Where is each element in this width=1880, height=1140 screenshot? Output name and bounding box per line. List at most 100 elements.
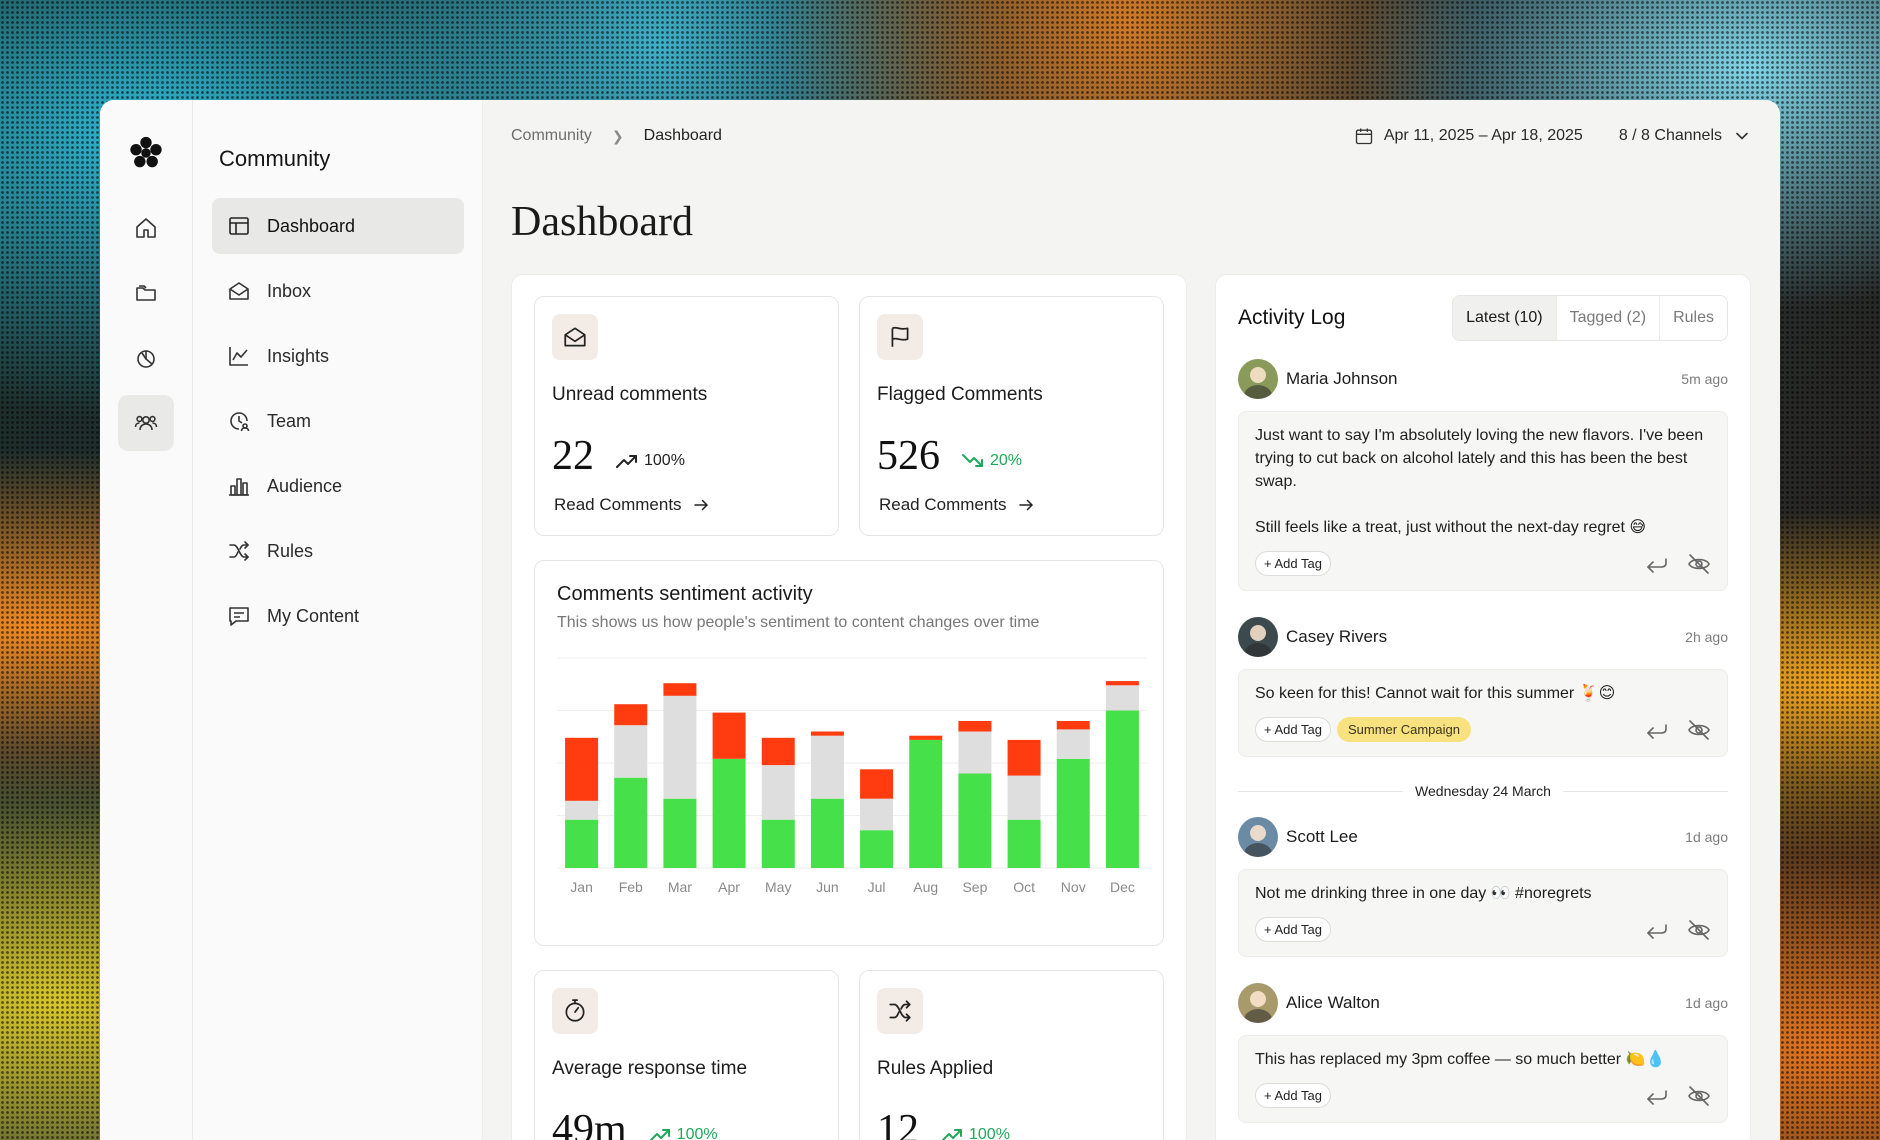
nav-item-rules[interactable]: Rules [212, 523, 464, 579]
bar-segment-may-2[interactable] [761, 737, 795, 766]
reply-icon[interactable] [1645, 919, 1669, 941]
bar-segment-sep-1[interactable] [958, 731, 992, 774]
bar-segment-jul-0[interactable] [860, 830, 894, 868]
hide-eye-icon[interactable] [1687, 553, 1711, 575]
add-tag-button[interactable]: + Add Tag [1255, 917, 1331, 942]
bar-segment-jun-1[interactable] [810, 735, 844, 799]
bar-segment-jun-2[interactable] [810, 731, 844, 736]
comment-bubble: Just want to say I'm absolutely loving t… [1238, 411, 1728, 591]
breadcrumb-dashboard: Dashboard [643, 127, 722, 144]
bar-segment-dec-2[interactable] [1105, 681, 1139, 686]
x-tick-label: Mar [668, 879, 692, 895]
bar-segment-nov-1[interactable] [1056, 729, 1090, 759]
bar-segment-jul-2[interactable] [860, 769, 894, 799]
bar-segment-jan-2[interactable] [565, 737, 599, 801]
date-separator: Wednesday 24 March [1238, 783, 1728, 799]
reply-icon[interactable] [1645, 1085, 1669, 1107]
rail-folders-button[interactable] [118, 265, 174, 321]
bar-segment-jul-1[interactable] [860, 798, 894, 831]
read-comments-link[interactable]: Read Comments [879, 495, 1035, 515]
x-tick-label: Dec [1110, 879, 1135, 895]
tag-badge[interactable]: Summer Campaign [1336, 717, 1471, 742]
trend-value: 100% [644, 452, 685, 469]
reply-icon[interactable] [1645, 553, 1669, 575]
channels-label: 8 / 8 Channels [1618, 127, 1722, 144]
bar-segment-dec-1[interactable] [1105, 685, 1139, 711]
bar-segment-nov-2[interactable] [1056, 721, 1090, 730]
trend-down-icon [962, 454, 983, 467]
home-icon [136, 218, 156, 238]
bar-segment-nov-0[interactable] [1056, 758, 1090, 868]
channels-dropdown[interactable]: 8 / 8 Channels [1619, 126, 1752, 146]
bar-segment-may-0[interactable] [761, 819, 795, 868]
rail-community-button[interactable] [118, 395, 174, 451]
add-tag-button[interactable]: + Add Tag [1255, 717, 1331, 742]
nav-item-my-content[interactable]: My Content [212, 588, 464, 644]
hide-eye-icon[interactable] [1687, 719, 1711, 741]
nav-item-label: Audience [267, 475, 343, 496]
hide-eye-icon[interactable] [1687, 1085, 1711, 1107]
bar-segment-mar-2[interactable] [663, 683, 697, 696]
bar-segment-feb-1[interactable] [614, 725, 648, 778]
bar-segment-feb-0[interactable] [614, 777, 648, 868]
author-name[interactable]: Maria Johnson [1286, 369, 1398, 389]
add-tag-button[interactable]: + Add Tag [1255, 1083, 1331, 1108]
bar-segment-jan-1[interactable] [565, 800, 599, 820]
bar-segment-mar-0[interactable] [663, 798, 697, 868]
tab-latest[interactable]: Latest (10) [1453, 296, 1556, 340]
timestamp: 2h ago [1685, 629, 1728, 645]
bar-segment-oct-2[interactable] [1007, 739, 1041, 776]
chart-subtitle: This shows us how people's sentiment to … [557, 614, 1040, 631]
read-comments-label: Read Comments [554, 495, 682, 514]
comment-bubble: This has replaced my 3pm coffee — so muc… [1238, 1035, 1728, 1123]
author-name[interactable]: Alice Walton [1286, 993, 1380, 1013]
activity-entry: Maria Johnson 5m ago Just want to say I'… [1238, 359, 1728, 591]
trend-badge: 100% [941, 1126, 1010, 1140]
bar-segment-oct-1[interactable] [1007, 775, 1041, 820]
bar-segment-oct-0[interactable] [1007, 819, 1041, 868]
nav-item-team[interactable]: Team [212, 393, 464, 449]
tab-rules[interactable]: Rules [1659, 296, 1727, 340]
app-window: Community Dashboard Inbox Insights Team … [100, 100, 1780, 1140]
bar-segment-sep-2[interactable] [958, 721, 992, 732]
envelope-open-icon [229, 282, 249, 300]
tab-tagged[interactable]: Tagged (2) [1555, 296, 1660, 340]
nav-item-insights[interactable]: Insights [212, 328, 464, 384]
nav-item-audience[interactable]: Audience [212, 458, 464, 514]
nav-item-label: Insights [267, 345, 330, 366]
sentiment-bar-chart: Jan Feb Mar Apr May Jun Jul Aug Sep Oct Nov Dec [557, 657, 1147, 895]
comment-bubble: So keen for this! Cannot wait for this s… [1238, 669, 1728, 757]
read-comments-label: Read Comments [879, 495, 1007, 514]
rail-analytics-button[interactable] [118, 330, 174, 386]
nav-item-inbox[interactable]: Inbox [212, 263, 464, 319]
add-tag-button[interactable]: + Add Tag [1255, 551, 1331, 576]
author-name[interactable]: Scott Lee [1286, 827, 1358, 847]
author-name[interactable]: Casey Rivers [1286, 627, 1387, 647]
hide-eye-icon[interactable] [1687, 919, 1711, 941]
date-range-picker[interactable]: Apr 11, 2025 – Apr 18, 2025 [1354, 126, 1583, 146]
bar-segment-apr-2[interactable] [712, 712, 746, 759]
date-range-label: Apr 11, 2025 – Apr 18, 2025 [1383, 127, 1583, 144]
bar-segment-dec-0[interactable] [1105, 710, 1139, 869]
read-comments-link[interactable]: Read Comments [554, 495, 710, 515]
comment-text: Not me drinking three in one day 👀 #nore… [1255, 885, 1592, 902]
bar-segment-jun-0[interactable] [810, 798, 844, 868]
bar-segment-apr-0[interactable] [712, 758, 746, 868]
envelope-open-icon [552, 314, 598, 360]
bar-segment-mar-1[interactable] [663, 695, 697, 799]
breadcrumb-community[interactable]: Community [511, 127, 592, 145]
bar-segment-may-1[interactable] [761, 765, 795, 820]
rail-home-button[interactable] [118, 200, 174, 256]
bar-segment-aug-0[interactable] [909, 739, 943, 868]
bar-segment-aug-2[interactable] [909, 735, 943, 740]
brand-logo-icon[interactable] [127, 134, 165, 172]
nav-item-dashboard[interactable]: Dashboard [212, 198, 464, 254]
bar-segment-jan-0[interactable] [565, 819, 599, 868]
x-tick-label: Feb [619, 879, 643, 895]
bar-segment-feb-2[interactable] [614, 704, 648, 726]
bar-segment-sep-0[interactable] [958, 773, 992, 869]
chevron-right-icon: ❯ [611, 127, 624, 144]
avatar [1238, 359, 1278, 399]
reply-icon[interactable] [1645, 719, 1669, 741]
activity-entry: Scott Lee 1d ago Not me drinking three i… [1238, 817, 1728, 957]
